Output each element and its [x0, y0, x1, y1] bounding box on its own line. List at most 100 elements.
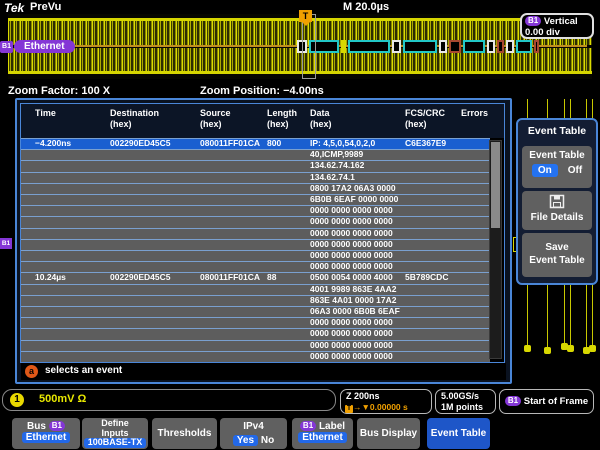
column-header: Errors	[461, 108, 488, 119]
trigger-t-icon: T	[345, 405, 353, 413]
ipv4-label: IPv4	[220, 421, 287, 432]
table-row[interactable]: 0000 0000 0000 0000	[21, 340, 490, 351]
bus-decode-segment	[341, 40, 346, 53]
b1-badge: B1	[49, 421, 65, 431]
zoom-status-bar: Zoom Factor: 100 X Zoom Position: −4.00n…	[0, 83, 600, 99]
cell-data: 0000 0000 0000 0000	[310, 239, 393, 251]
bus-b1-marker[interactable]: B1	[0, 41, 13, 53]
menu-event-table-button[interactable]: Event Table	[427, 418, 490, 449]
cell-data: 0000 0000 0000 0000	[310, 317, 393, 329]
table-row[interactable]: 0000 0000 0000 0000	[21, 317, 490, 328]
bus-decode-segment	[403, 40, 437, 53]
bus-label-text: Bus	[27, 421, 46, 432]
cell-dest: 002290ED45C5	[110, 272, 171, 284]
table-row[interactable]: 0000 0000 0000 0000	[21, 351, 490, 362]
cell-data: 6B0B 6EAF 0000 0000	[310, 194, 398, 206]
cell-data: 134.62.74.162	[310, 160, 364, 172]
oscilloscope-screen: Tek PreVu M 20.0µs T B1 Ethernet B1 Vert…	[0, 0, 600, 450]
event-table-side-panel: Event Table Event Table On Off File Detai…	[516, 118, 598, 285]
table-row[interactable]: 6B0B 6EAF 0000 0000	[21, 194, 490, 205]
table-row[interactable]: 0000 0000 0000 0000	[21, 239, 490, 250]
file-details-button[interactable]: File Details	[522, 191, 592, 230]
table-row[interactable]: 0800 17A2 06A3 0000	[21, 183, 490, 194]
menu-ipv4-button[interactable]: IPv4 Yes No	[220, 418, 287, 449]
sample-rate: 5.00GS/s	[441, 391, 479, 401]
toggle-label: Event Table	[522, 146, 592, 161]
table-row[interactable]: 4001 9989 863E 4AA2	[21, 284, 490, 295]
table-row[interactable]: 06A3 0000 6B0B 6EAF	[21, 306, 490, 317]
toggle-on[interactable]: On	[532, 164, 558, 177]
cell-data: 0000 0000 0000 0000	[310, 340, 393, 352]
menu-thresholds-button[interactable]: Thresholds	[152, 418, 217, 449]
scrollbar-thumb[interactable]	[491, 142, 500, 228]
cell-data: 0000 0000 0000 0000	[310, 261, 393, 273]
menu-label-button[interactable]: B1 Label Ethernet	[292, 418, 353, 449]
cell-data: 0000 0000 0000 0000	[310, 351, 393, 363]
scrollbar-track[interactable]	[489, 140, 502, 359]
cell-data: 40,ICMP,9989	[310, 149, 363, 161]
save-event-table-button[interactable]: Save Event Table	[522, 233, 592, 277]
column-header: FCS/CRC (hex)	[405, 108, 445, 130]
file-details-label: File Details	[522, 212, 592, 223]
trigger-source-readout: B1 Start of Frame	[499, 389, 594, 414]
trigger-source-label: Start of Frame	[524, 396, 588, 407]
menu-bus-button[interactable]: Bus B1 Ethernet	[12, 418, 80, 449]
column-header: Time	[35, 108, 56, 119]
zoom-z-icon: Z	[346, 391, 352, 401]
menu-define-inputs-button[interactable]: Define Inputs 100BASE-TX	[82, 418, 148, 449]
zoom-factor: Zoom Factor: 100 X	[8, 85, 110, 97]
event-table-toggle-button[interactable]: Event Table On Off	[522, 146, 592, 188]
bus-decode-segment	[449, 40, 461, 53]
cell-dest: 002290ED45C5	[110, 138, 171, 150]
ipv4-yes-chip[interactable]: Yes	[233, 435, 258, 446]
ipv4-no[interactable]: No	[261, 435, 274, 446]
record-length: 1M points	[441, 402, 483, 412]
table-row[interactable]: 0000 0000 0000 0000	[21, 205, 490, 216]
table-row[interactable]: 10.24µs002290ED45C5080011FF01CA880500 00…	[21, 272, 490, 283]
table-row[interactable]: 863E 4A01 0000 17A2	[21, 295, 490, 306]
table-row[interactable]: 40,ICMP,9989	[21, 149, 490, 160]
cell-time: −4.200ns	[35, 138, 71, 150]
cell-len: 88	[267, 272, 276, 284]
channel-readout-bar: 1 500mV Ω	[2, 389, 336, 411]
column-header: Length (hex)	[267, 108, 297, 130]
vertical-value: 0.00 div	[525, 27, 560, 38]
table-row[interactable]: 0000 0000 0000 0000	[21, 216, 490, 227]
timebase-readout: M 20.0µs	[343, 1, 389, 13]
cell-data: 0000 0000 0000 0000	[310, 205, 393, 217]
toggle-off[interactable]: Off	[568, 165, 582, 176]
table-row[interactable]: −4.200ns002290ED45C5080011FF01CA800IP: 4…	[21, 138, 490, 149]
bus-decode-segment	[516, 40, 532, 53]
knob-hint-bar: a selects an event	[21, 363, 506, 380]
cell-data: 0000 0000 0000 0000	[310, 216, 393, 228]
zoom-scale-readout: Z 200ns T→▼0.00000 s	[340, 389, 432, 414]
cell-data: 0500 0054 0000 4000	[310, 272, 393, 284]
cell-data: 0000 0000 0000 0000	[310, 250, 393, 262]
trigger-position-marker[interactable]: T	[299, 10, 312, 22]
table-row[interactable]: 0000 0000 0000 0000	[21, 250, 490, 261]
menu-bus-display-button[interactable]: Bus Display	[357, 418, 420, 449]
cell-data: 0800 17A2 06A3 0000	[310, 183, 396, 195]
table-row[interactable]: 134.62.74.1	[21, 172, 490, 183]
table-row[interactable]: 0000 0000 0000 0000	[21, 328, 490, 339]
bus-decode-segment	[487, 40, 495, 53]
cell-data: IP: 4,5,0,54,0,2,0	[310, 138, 375, 150]
cell-fcs: C6E367E9	[405, 138, 446, 150]
zoom-bus-b1-marker: B1	[0, 238, 12, 249]
multipurpose-knob-a-icon: a	[25, 365, 38, 378]
b1-badge: B1	[505, 396, 521, 406]
bus-label[interactable]: Ethernet	[14, 40, 75, 53]
waveform-bottom-edge	[8, 71, 592, 74]
floppy-disk-icon	[549, 194, 565, 209]
side-panel-title: Event Table	[518, 125, 596, 137]
zoom-position: Zoom Position: −4.00ns	[200, 85, 324, 97]
table-row[interactable]: 134.62.74.162	[21, 160, 490, 171]
table-row[interactable]: 0000 0000 0000 0000	[21, 261, 490, 272]
input-standard-chip: 100BASE-TX	[84, 438, 147, 448]
cell-data: 4001 9989 863E 4AA2	[310, 284, 397, 296]
waveform-spike-base	[589, 345, 596, 352]
event-table-rows: −4.200ns002290ED45C5080011FF01CA800IP: 4…	[21, 138, 490, 362]
table-row[interactable]: 0000 0000 0000 0000	[21, 228, 490, 239]
trigger-arrows-icon: →▼	[353, 402, 370, 412]
cell-len: 800	[267, 138, 281, 150]
